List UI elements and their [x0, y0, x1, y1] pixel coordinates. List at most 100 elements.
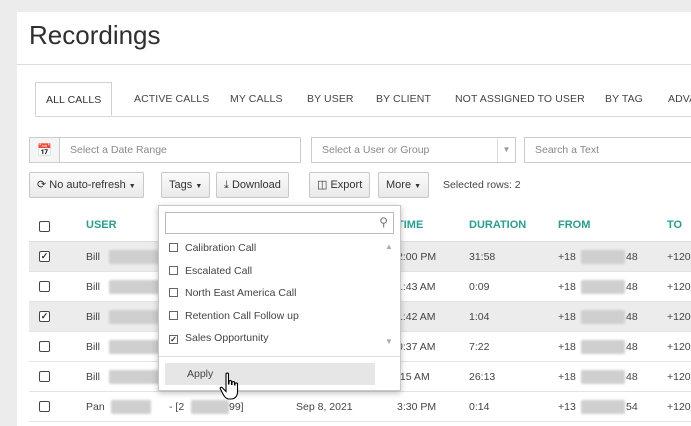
- tag-checkbox[interactable]: ✓: [169, 335, 178, 344]
- row-checkbox[interactable]: ✓: [39, 251, 50, 262]
- tag-checkbox[interactable]: [169, 266, 178, 275]
- to-cell: +120: [667, 281, 691, 293]
- tab-bar: ALL CALLS ACTIVE CALLS MY CALLS BY USER …: [35, 82, 691, 116]
- tags-button[interactable]: Tags ▼: [161, 172, 211, 198]
- to-cell: +120: [667, 401, 691, 413]
- column-to[interactable]: TO: [667, 219, 682, 231]
- to-cell: +120: [667, 341, 691, 353]
- time-cell: :15 AM: [397, 371, 430, 383]
- duration-cell: 0:14: [469, 401, 490, 413]
- tag-option[interactable]: North East America Call: [169, 283, 296, 303]
- tab-advanced[interactable]: ADVA: [668, 82, 691, 116]
- dropdown-divider: [159, 356, 400, 357]
- chevron-down-icon[interactable]: ▼: [497, 138, 515, 162]
- time-cell: 0:37 AM: [397, 341, 436, 353]
- refresh-icon: ⟳: [37, 179, 47, 191]
- redacted-number: [581, 280, 625, 294]
- export-label: Export: [330, 179, 363, 191]
- selected-rows-count: Selected rows: 2: [443, 179, 521, 191]
- tags-label: Tags: [169, 179, 193, 191]
- time-cell: 1:42 AM: [397, 311, 436, 323]
- hand-pointer-icon: [219, 372, 239, 400]
- user-id-start: - [2: [169, 401, 185, 413]
- export-button[interactable]: ◫ Export: [309, 172, 371, 198]
- row-checkbox[interactable]: [39, 401, 50, 412]
- duration-cell: 26:13: [469, 371, 496, 383]
- more-button[interactable]: More ▼: [378, 172, 430, 198]
- column-user[interactable]: USER: [86, 219, 117, 231]
- redacted-number: [581, 340, 625, 354]
- scroll-down-icon[interactable]: ▼: [382, 337, 396, 346]
- tag-option[interactable]: Retention Call Follow up: [169, 306, 299, 326]
- from-cell: +18: [558, 371, 576, 383]
- user-cell: Bill: [86, 251, 101, 263]
- column-duration[interactable]: DURATION: [469, 219, 526, 231]
- tab-all-calls[interactable]: ALL CALLS: [35, 82, 113, 116]
- redacted-number: [581, 370, 625, 384]
- redacted-number: [581, 310, 625, 324]
- tab-by-client[interactable]: BY CLIENT: [376, 82, 431, 116]
- tag-label: Calibration Call: [185, 242, 257, 254]
- download-button[interactable]: ⤓ Download: [216, 172, 289, 198]
- from-cell-end: 54: [626, 401, 638, 413]
- user-cell: Bill: [86, 341, 101, 353]
- tab-active-calls[interactable]: ACTIVE CALLS: [134, 82, 209, 116]
- search-icon: ⚲: [379, 215, 388, 229]
- tag-option[interactable]: Calibration Call: [169, 238, 256, 258]
- tab-by-user[interactable]: BY USER: [307, 82, 354, 116]
- from-cell: +18: [558, 311, 576, 323]
- to-cell: +120: [667, 371, 691, 383]
- from-cell: +13: [558, 401, 576, 413]
- row-checkbox[interactable]: ✓: [39, 311, 50, 322]
- user-cell: Bill: [86, 281, 101, 293]
- tabbar-divider: [35, 116, 691, 117]
- scroll-up-icon[interactable]: ▲: [382, 242, 396, 251]
- redacted-number: [581, 400, 625, 414]
- page-title: Recordings: [29, 20, 161, 50]
- time-cell: 2:00 PM: [397, 251, 437, 263]
- apply-button[interactable]: Apply: [165, 363, 375, 385]
- from-cell-end: 48: [626, 281, 638, 293]
- search-text-input[interactable]: Search a Text: [524, 137, 691, 163]
- tag-option[interactable]: ✓ Sales Opportunity: [169, 328, 268, 348]
- tag-checkbox[interactable]: [169, 243, 178, 252]
- redacted-id: [191, 400, 229, 414]
- row-checkbox[interactable]: [39, 281, 50, 292]
- dropdown-scrollbar[interactable]: ▲ ▼: [382, 242, 396, 352]
- date-cell: Sep 8, 2021: [296, 401, 353, 413]
- download-icon: ⤓: [224, 179, 229, 191]
- user-group-select[interactable]: Select a User or Group ▼: [311, 137, 516, 163]
- tab-not-assigned[interactable]: NOT ASSIGNED TO USER: [455, 82, 585, 116]
- redacted-number: [581, 250, 625, 264]
- time-cell: 3:30 PM: [397, 401, 437, 413]
- duration-cell: 0:09: [469, 281, 490, 293]
- tags-search-input[interactable]: ⚲: [165, 212, 394, 234]
- caret-down-icon: ▼: [195, 183, 203, 190]
- row-checkbox[interactable]: [39, 341, 50, 352]
- tab-my-calls[interactable]: MY CALLS: [230, 82, 283, 116]
- tab-by-tag[interactable]: BY TAG: [605, 82, 643, 116]
- tag-checkbox[interactable]: [169, 288, 178, 297]
- tags-dropdown: ⚲ Calibration Call Escalated Call North …: [158, 205, 401, 391]
- column-from[interactable]: FROM: [558, 219, 590, 231]
- row-checkbox[interactable]: [39, 371, 50, 382]
- caret-down-icon: ▼: [414, 183, 422, 190]
- tag-checkbox[interactable]: [169, 311, 178, 320]
- tag-label: Retention Call Follow up: [185, 310, 299, 322]
- date-range-input[interactable]: Select a Date Range: [59, 137, 301, 163]
- calendar-icon[interactable]: 📅: [29, 137, 59, 163]
- duration-cell: 31:58: [469, 251, 496, 263]
- user-cell: Pan: [86, 401, 105, 413]
- select-all-checkbox[interactable]: [39, 221, 50, 232]
- to-cell: +120: [667, 311, 691, 323]
- auto-refresh-button[interactable]: ⟳ No auto-refresh ▼: [29, 172, 144, 198]
- user-cell: Bill: [86, 311, 101, 323]
- export-icon: ◫: [317, 179, 328, 191]
- from-cell-end: 48: [626, 251, 638, 263]
- caret-down-icon: ▼: [128, 183, 136, 190]
- auto-refresh-label: No auto-refresh: [49, 179, 126, 191]
- tag-option[interactable]: Escalated Call: [169, 261, 252, 281]
- tag-label: Escalated Call: [185, 265, 253, 277]
- from-cell-end: 48: [626, 341, 638, 353]
- table-row[interactable]: Pan - [2 99] Sep 8, 2021 3:30 PM 0:14 +1…: [29, 392, 691, 422]
